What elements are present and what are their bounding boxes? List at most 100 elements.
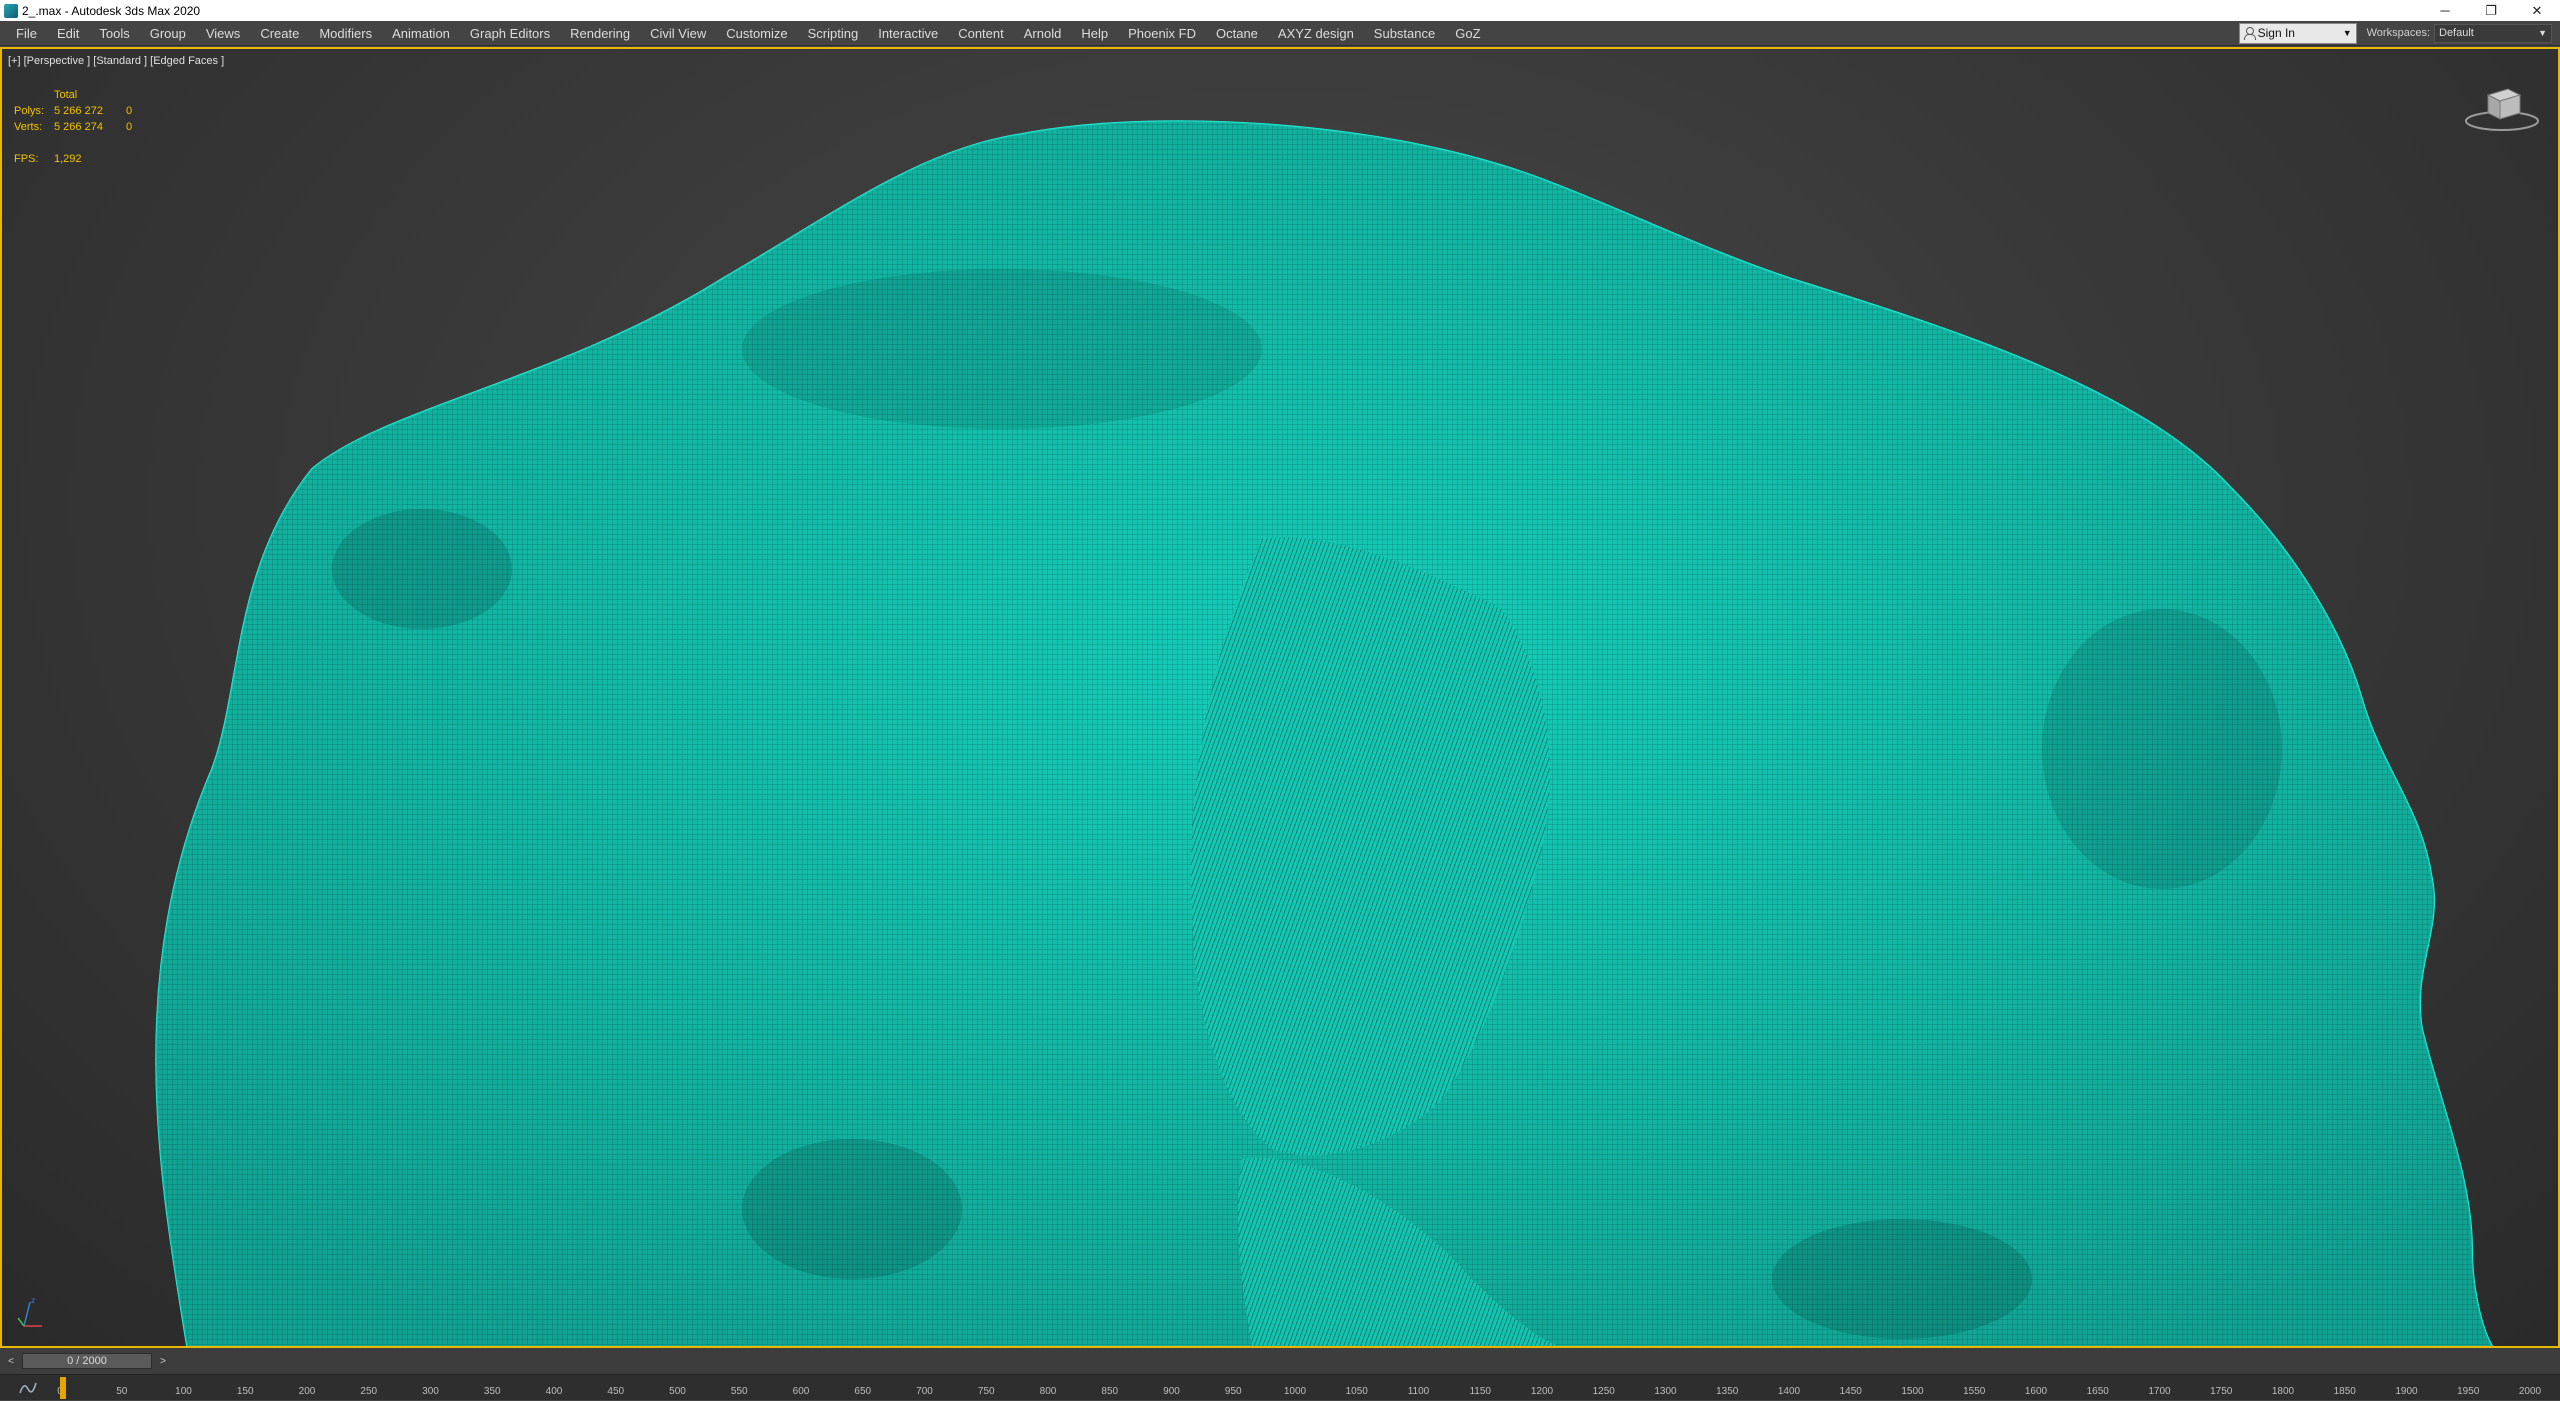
window-title: 2_.max - Autodesk 3ds Max 2020 xyxy=(22,3,201,18)
workspace-value: Default xyxy=(2439,27,2474,39)
axis-tripod-icon: z xyxy=(17,1296,42,1327)
menu-customize[interactable]: Customize xyxy=(716,21,797,46)
frame-tick-label: 1200 xyxy=(1530,1386,1554,1397)
frame-tick-label: 550 xyxy=(730,1386,748,1397)
frame-tick-label: 750 xyxy=(977,1386,995,1397)
frame-tick-label: 300 xyxy=(422,1386,439,1397)
frame-tick-label: 1950 xyxy=(2457,1386,2480,1397)
frame-tick-label: 250 xyxy=(360,1386,378,1397)
frame-tick-label: 1300 xyxy=(1654,1386,1677,1397)
stats-fps-value: 1,292 xyxy=(54,153,82,165)
frame-tick-label: 1350 xyxy=(1716,1386,1739,1397)
frame-tick-label: 1700 xyxy=(2148,1386,2171,1397)
statistics-overlay: Total Polys: 5 266 272 0 Verts: 5 266 27… xyxy=(14,87,146,167)
curve-editor-icon[interactable] xyxy=(18,1379,38,1397)
close-button[interactable]: ✕ xyxy=(2514,0,2560,21)
menu-bar: File Edit Tools Group Views Create Modifiers An… xyxy=(0,21,2560,46)
perspective-viewport[interactable]: [+] [Perspective ] [Standard ] [Edged Fa… xyxy=(0,47,2560,1348)
frame-tick-label: 600 xyxy=(792,1386,810,1397)
frame-tick-label: 650 xyxy=(854,1386,872,1397)
frame-tick-label: 700 xyxy=(916,1386,933,1397)
stats-fps-label: FPS: xyxy=(14,153,39,165)
menu-substance[interactable]: Substance xyxy=(1364,21,1445,46)
frame-tick-label: 1250 xyxy=(1592,1386,1615,1397)
track-bar[interactable]: 0501001502002503003504004505005506006507… xyxy=(0,1374,2560,1400)
chevron-down-icon: ▼ xyxy=(2538,28,2547,38)
menu-goz[interactable]: GoZ xyxy=(1445,21,1490,46)
frame-tick-label: 1400 xyxy=(1777,1386,1801,1397)
frame-tick-label: 1650 xyxy=(2086,1386,2109,1397)
menu-axyz-design[interactable]: AXYZ design xyxy=(1268,21,1364,46)
frame-tick-label: 900 xyxy=(1163,1386,1180,1397)
mesh-object[interactable] xyxy=(2,49,2558,1346)
time-slider: < 0 / 2000 > xyxy=(0,1348,2560,1374)
time-slider-thumb[interactable]: 0 / 2000 xyxy=(22,1353,152,1369)
user-icon xyxy=(2243,27,2256,40)
stats-verts-value: 5 266 274 xyxy=(54,121,103,133)
workspaces-label: Workspaces: xyxy=(2366,27,2430,39)
menu-help[interactable]: Help xyxy=(1071,21,1118,46)
title-bar: 2_.max - Autodesk 3ds Max 2020 ─ ❐ ✕ xyxy=(0,0,2560,21)
menu-arnold[interactable]: Arnold xyxy=(1014,21,1072,46)
menu-octane[interactable]: Octane xyxy=(1206,21,1268,46)
frame-tick-label: 50 xyxy=(116,1386,128,1397)
frame-tick-label: 200 xyxy=(298,1386,316,1397)
sign-in-dropdown[interactable]: Sign In ▼ xyxy=(2238,22,2357,44)
frame-tick-label: 950 xyxy=(1224,1386,1242,1397)
menu-modifiers[interactable]: Modifiers xyxy=(309,21,382,46)
stats-verts-selected: 0 xyxy=(126,121,133,133)
menu-civil-view[interactable]: Civil View xyxy=(640,21,716,46)
frame-tick-label: 1450 xyxy=(1839,1386,1862,1397)
menu-edit[interactable]: Edit xyxy=(47,21,89,46)
frame-tick-label: 150 xyxy=(236,1386,254,1397)
frame-tick-label: 500 xyxy=(669,1386,686,1397)
menu-rendering[interactable]: Rendering xyxy=(560,21,640,46)
frame-tick-label: 450 xyxy=(607,1386,625,1397)
frame-tick-label: 850 xyxy=(1101,1386,1119,1397)
menu-file[interactable]: File xyxy=(6,21,47,46)
stats-polys-value: 5 266 272 xyxy=(54,105,103,117)
menu-scripting[interactable]: Scripting xyxy=(798,21,869,46)
workspaces-select[interactable]: Default ▼ xyxy=(2434,23,2552,43)
menu-group[interactable]: Group xyxy=(140,21,196,46)
frame-tick-label: 800 xyxy=(1039,1386,1057,1397)
next-frame-button[interactable]: > xyxy=(156,1353,170,1369)
frame-tick-label: 350 xyxy=(483,1386,501,1397)
menu-create[interactable]: Create xyxy=(250,21,309,46)
viewport-label-menu[interactable]: [+] [Perspective ] [Standard ] [Edged Fa… xyxy=(8,55,224,67)
menu-graph-editors[interactable]: Graph Editors xyxy=(460,21,560,46)
frame-tick-label: 1600 xyxy=(2024,1386,2048,1397)
frame-tick-label: 1050 xyxy=(1345,1386,1368,1397)
previous-frame-button[interactable]: < xyxy=(4,1353,18,1369)
restore-button[interactable]: ❐ xyxy=(2468,0,2514,21)
minimize-button[interactable]: ─ xyxy=(2422,0,2468,21)
chevron-down-icon: ▼ xyxy=(2342,28,2352,38)
svg-text:z: z xyxy=(31,1296,35,1305)
stats-total-label: Total xyxy=(54,89,78,101)
frame-tick-label: 100 xyxy=(175,1386,192,1397)
stats-verts-label: Verts: xyxy=(14,121,43,133)
menu-interactive[interactable]: Interactive xyxy=(868,21,948,46)
frame-tick-label: 1550 xyxy=(1963,1386,1986,1397)
menu-phoenix-fd[interactable]: Phoenix FD xyxy=(1118,21,1206,46)
frame-tick-label: 1900 xyxy=(2395,1386,2418,1397)
frame-ruler[interactable]: 0501001502002503003504004505005506006507… xyxy=(57,1375,2541,1401)
frame-tick-label: 1100 xyxy=(1407,1386,1430,1397)
viewcube-icon[interactable] xyxy=(2464,83,2540,133)
3dsmax-app-icon[interactable] xyxy=(4,3,18,18)
stats-polys-label: Polys: xyxy=(14,105,44,117)
current-time-marker[interactable] xyxy=(60,1377,66,1399)
frame-tick-label: 1750 xyxy=(2210,1386,2233,1397)
menu-content[interactable]: Content xyxy=(948,21,1014,46)
frame-tick-label: 1150 xyxy=(1469,1386,1492,1397)
stats-polys-selected: 0 xyxy=(126,105,133,117)
frame-tick-label: 1850 xyxy=(2333,1386,2356,1397)
menu-views[interactable]: Views xyxy=(196,21,250,46)
frame-tick-label: 400 xyxy=(545,1386,563,1397)
frame-tick-label: 2000 xyxy=(2518,1386,2542,1397)
frame-tick-label: 1500 xyxy=(1901,1386,1924,1397)
frame-tick-label: 1800 xyxy=(2271,1386,2295,1397)
frame-tick-label: 1000 xyxy=(1283,1386,1307,1397)
menu-animation[interactable]: Animation xyxy=(382,21,460,46)
menu-tools[interactable]: Tools xyxy=(89,21,139,46)
